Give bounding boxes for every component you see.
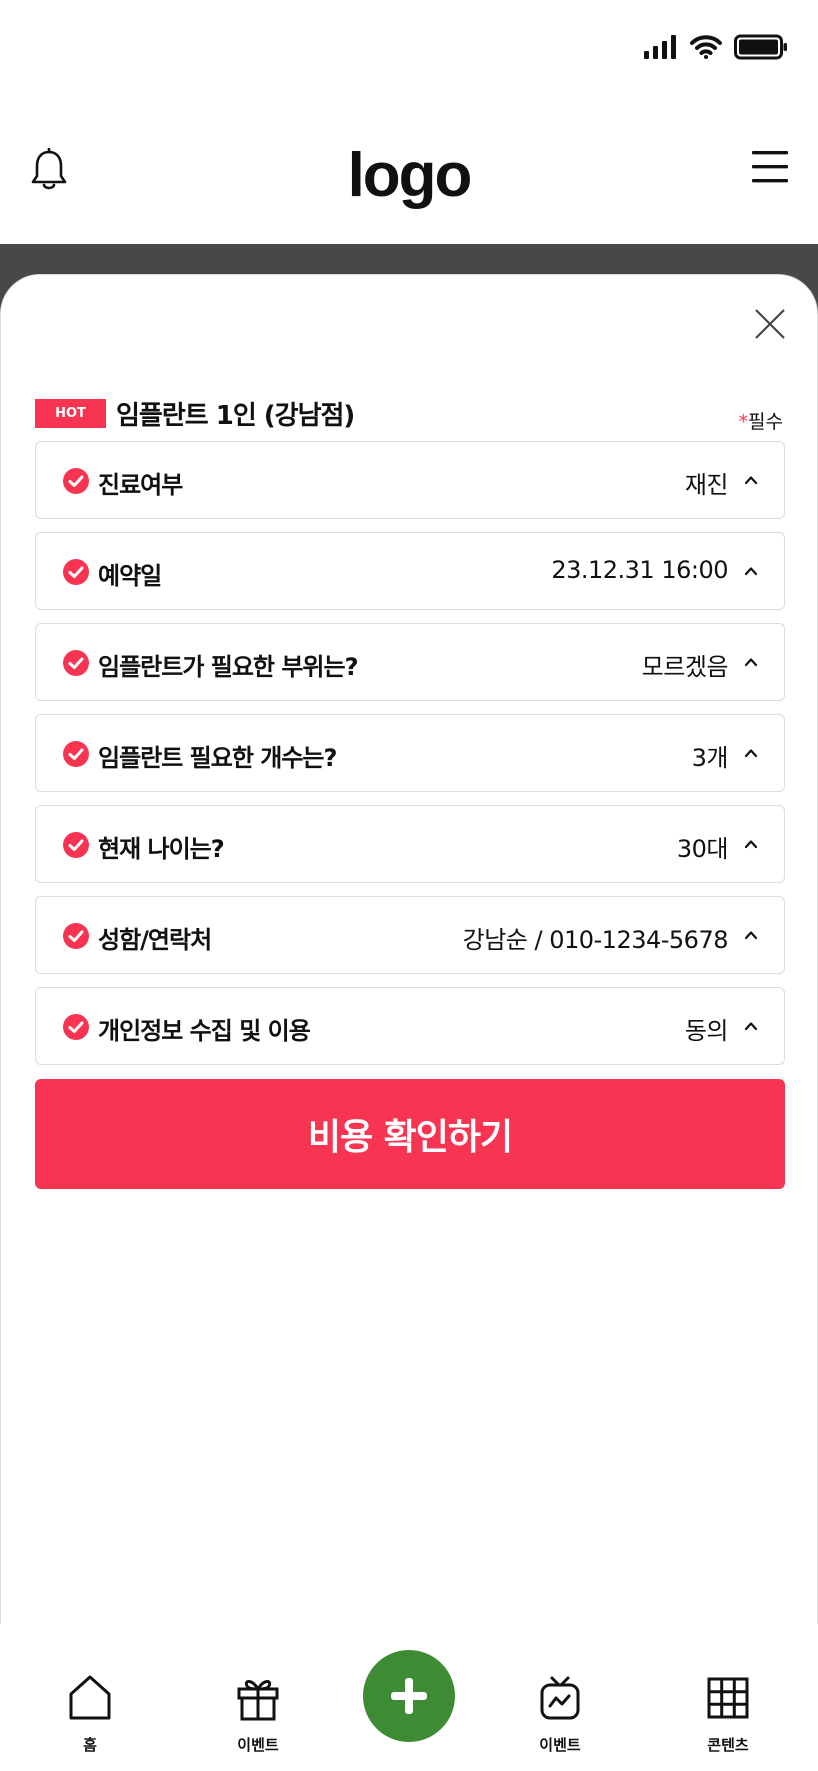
- hamburger-menu-icon[interactable]: [752, 150, 788, 184]
- row-treatment-status[interactable]: 진료여부 재진: [35, 441, 785, 519]
- chevron-up-icon: [744, 567, 758, 576]
- check-cost-button[interactable]: 비용 확인하기: [35, 1079, 785, 1189]
- row-age[interactable]: 현재 나이는? 30대: [35, 805, 785, 883]
- chevron-up-icon: [744, 840, 758, 849]
- row-value: 동의: [684, 1017, 729, 1045]
- home-icon: [69, 1675, 111, 1720]
- check-circle-icon: [63, 832, 89, 858]
- hot-badge: HOT: [35, 399, 106, 428]
- row-implant-count[interactable]: 임플란트 필요한 개수는? 3개: [35, 714, 785, 792]
- check-circle-icon: [63, 923, 89, 949]
- row-reservation-date[interactable]: 예약일 23.12.31 16:00: [35, 532, 785, 610]
- product-title: 임플란트 1인 (강남점): [116, 401, 355, 431]
- tab-label: 콘텐츠: [707, 1736, 749, 1754]
- row-label: 진료여부: [98, 471, 183, 499]
- bottom-tab-bar: 홈 이벤트 이벤트 콘텐츠: [0, 1624, 818, 1771]
- chevron-up-icon: [744, 658, 758, 667]
- row-value: 재진: [684, 471, 729, 499]
- row-label: 예약일: [98, 562, 162, 590]
- check-circle-icon: [63, 559, 89, 585]
- required-star: *: [738, 411, 749, 433]
- chevron-up-icon: [744, 476, 758, 485]
- status-icons: [644, 34, 788, 60]
- check-circle-icon: [63, 741, 89, 767]
- app-header: logo: [0, 100, 818, 244]
- gift-icon: [237, 1680, 279, 1721]
- check-circle-icon: [63, 468, 89, 494]
- row-value: 강남순 / 010-1234-5678: [462, 926, 729, 954]
- bottom-sheet: HOT 임플란트 1인 (강남점) *필수 진료여부 재진 예약일 23.12.…: [0, 274, 818, 1624]
- tab-home[interactable]: 홈: [40, 1674, 140, 1755]
- row-label: 개인정보 수집 및 이용: [98, 1017, 311, 1045]
- tv-icon: [540, 1676, 580, 1720]
- logo[interactable]: logo: [0, 140, 818, 211]
- required-note: *필수: [739, 407, 783, 434]
- product-title-row: HOT 임플란트 1인 (강남점) *필수: [35, 395, 783, 435]
- check-circle-icon: [63, 1014, 89, 1040]
- chevron-up-icon: [744, 1022, 758, 1031]
- tab-label: 이벤트: [539, 1736, 581, 1754]
- row-label: 임플란트가 필요한 부위는?: [98, 653, 359, 681]
- row-label: 임플란트 필요한 개수는?: [98, 744, 337, 772]
- chevron-up-icon: [744, 749, 758, 758]
- row-value: 23.12.31 16:00: [551, 556, 728, 584]
- row-name-contact[interactable]: 성함/연락처 강남순 / 010-1234-5678: [35, 896, 785, 974]
- check-circle-icon: [63, 650, 89, 676]
- row-value: 30대: [676, 835, 729, 863]
- tab-contents[interactable]: 콘텐츠: [678, 1674, 778, 1755]
- tab-event-gift[interactable]: 이벤트: [208, 1674, 308, 1755]
- row-privacy-consent[interactable]: 개인정보 수집 및 이용 동의: [35, 987, 785, 1065]
- row-value: 3개: [691, 744, 729, 772]
- wifi-icon: [690, 35, 722, 59]
- status-bar: [0, 0, 818, 100]
- battery-icon: [734, 34, 787, 60]
- row-label: 현재 나이는?: [98, 835, 225, 863]
- tab-label: 이벤트: [237, 1736, 279, 1754]
- row-value: 모르겠음: [641, 653, 729, 681]
- row-label: 성함/연락처: [98, 926, 212, 954]
- tab-event-tv[interactable]: 이벤트: [510, 1674, 610, 1755]
- signal-icon: [644, 35, 676, 59]
- tab-label: 홈: [83, 1736, 97, 1754]
- add-button[interactable]: [363, 1650, 455, 1742]
- required-label: 필수: [748, 411, 783, 433]
- grid-icon: [707, 1677, 749, 1719]
- row-implant-area[interactable]: 임플란트가 필요한 부위는? 모르겠음: [35, 623, 785, 701]
- close-icon[interactable]: [753, 307, 787, 341]
- chevron-up-icon: [744, 931, 758, 940]
- plus-icon: [391, 1678, 427, 1714]
